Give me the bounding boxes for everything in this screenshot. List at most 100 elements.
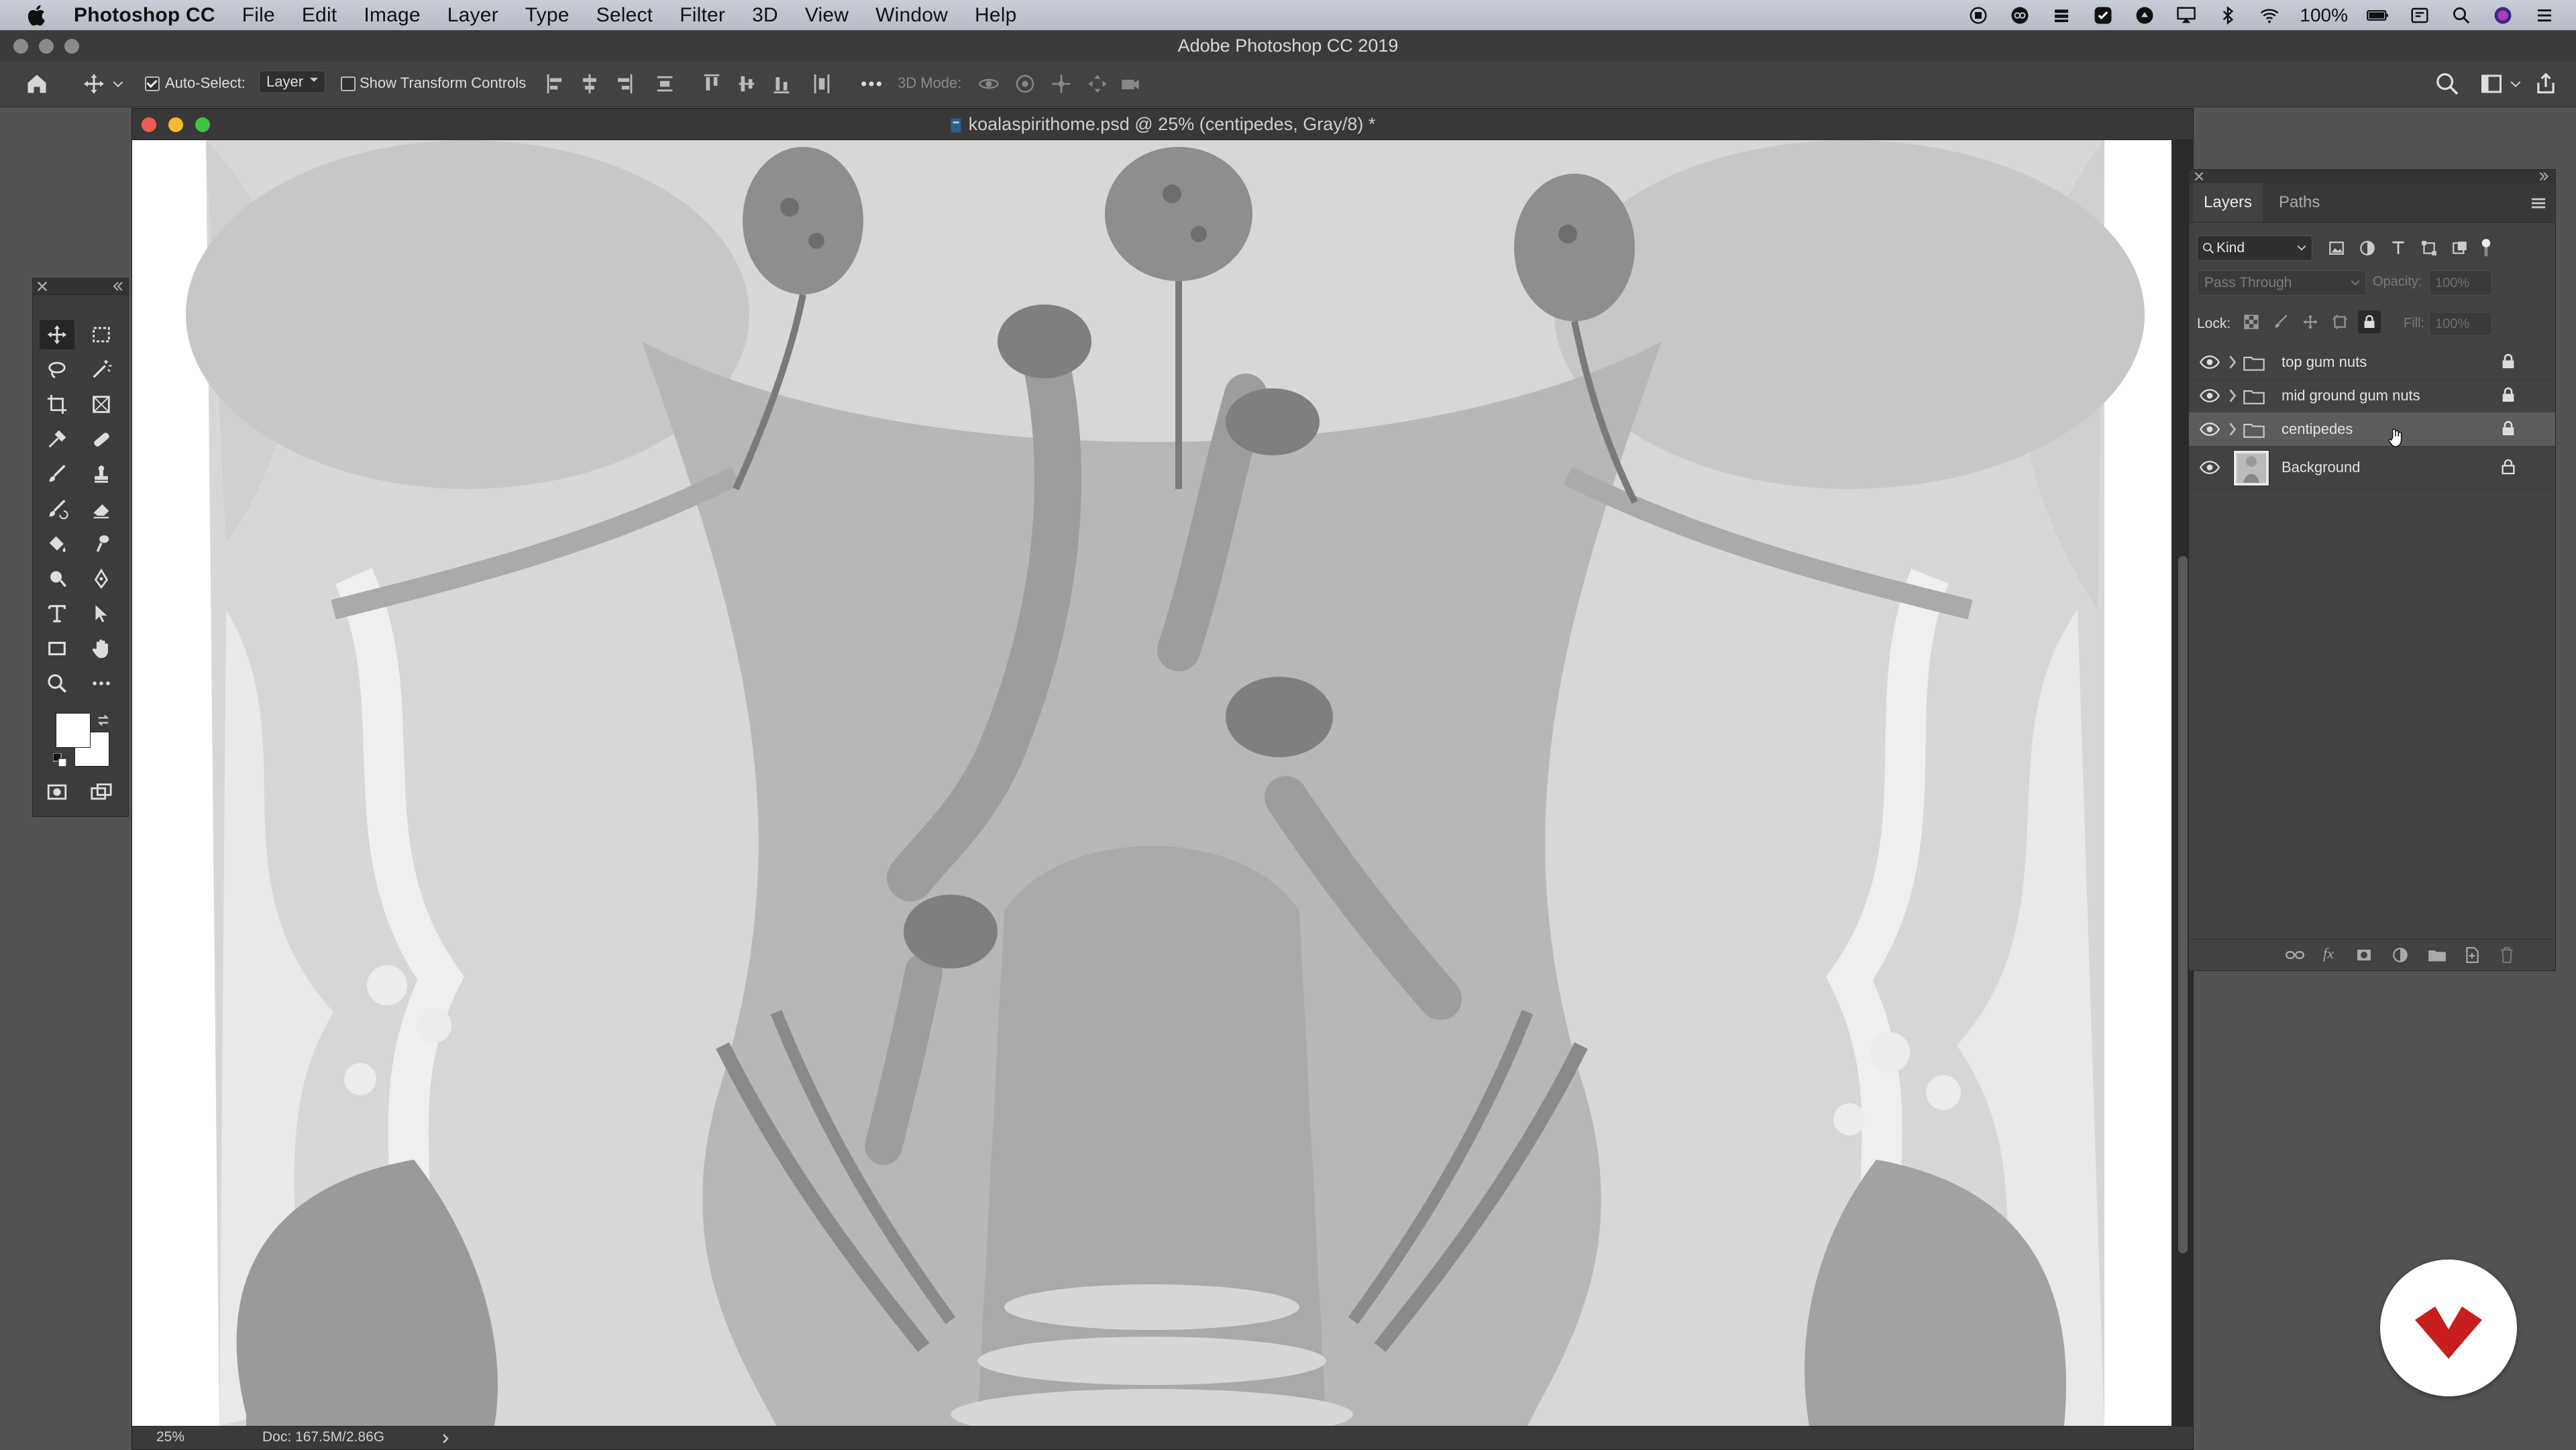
layer-row[interactable]: Background — [2189, 446, 2555, 490]
window-minimize-button[interactable] — [39, 39, 54, 54]
3d-slide-icon[interactable] — [1085, 72, 1110, 96]
align-top-icon[interactable] — [702, 72, 722, 95]
layer-name[interactable]: mid ground gum nuts — [2282, 379, 2420, 412]
home-icon[interactable] — [24, 72, 50, 96]
3d-pan-icon[interactable] — [1049, 72, 1073, 96]
lock-all-button[interactable] — [2358, 311, 2381, 333]
eraser-tool[interactable] — [84, 494, 119, 524]
window-zoom-button[interactable] — [64, 39, 79, 54]
show-transform-checkbox[interactable] — [341, 76, 356, 91]
align-left-icon[interactable] — [545, 72, 565, 95]
search-icon[interactable] — [2434, 70, 2461, 97]
layers-panel-header[interactable] — [2189, 170, 2555, 183]
hand-tool[interactable] — [84, 634, 119, 663]
quick-mask-button[interactable] — [40, 777, 74, 807]
menu-photoshop[interactable]: Photoshop CC — [74, 4, 215, 27]
notification-center-icon[interactable] — [2533, 5, 2556, 25]
smudge-tool[interactable] — [84, 529, 119, 559]
layer-name[interactable]: top gum nuts — [2282, 345, 2367, 379]
align-center-icon[interactable] — [580, 72, 600, 95]
wifi-icon[interactable] — [2258, 5, 2281, 25]
lock-transparent-icon[interactable] — [2243, 313, 2260, 331]
rectangle-tool[interactable] — [40, 634, 74, 663]
new-layer-icon[interactable] — [2464, 946, 2480, 964]
menu-filter[interactable]: Filter — [680, 4, 725, 27]
input-source-icon[interactable] — [2408, 5, 2431, 25]
stack-icon[interactable] — [2050, 5, 2073, 25]
filter-type-icon[interactable] — [2389, 239, 2408, 257]
tool-preset-chevron-icon[interactable] — [113, 80, 123, 89]
layer-row[interactable]: top gum nuts — [2189, 345, 2555, 380]
auto-select-checkbox[interactable] — [145, 76, 160, 91]
type-tool[interactable] — [40, 599, 74, 628]
zoom-level[interactable]: 25% — [156, 1429, 184, 1445]
brush-tool[interactable] — [40, 459, 74, 489]
filter-pixel-icon[interactable] — [2327, 239, 2346, 257]
pen-tool[interactable] — [84, 564, 119, 594]
panel-menu-icon[interactable] — [2530, 197, 2547, 210]
doc-minimize-button[interactable] — [168, 117, 183, 132]
fx-icon[interactable]: fx — [2323, 945, 2334, 962]
filter-smart-object-icon[interactable] — [2451, 239, 2469, 257]
lock-position-icon[interactable] — [2302, 313, 2319, 331]
layer-name[interactable]: Background — [2282, 446, 2360, 489]
fill-field[interactable]: 100% — [2429, 312, 2492, 336]
3d-camera-icon[interactable] — [1118, 73, 1143, 96]
visibility-eye-icon[interactable] — [2200, 459, 2220, 476]
menu-edit[interactable]: Edit — [302, 4, 337, 27]
crop-tool[interactable] — [40, 390, 74, 419]
marquee-tool[interactable] — [84, 320, 119, 349]
doc-zoom-button[interactable] — [195, 117, 210, 132]
visibility-eye-icon[interactable] — [2200, 354, 2220, 370]
document-title-bar[interactable]: koalaspirithome.psd @ 25% (centipedes, G… — [132, 109, 2193, 140]
visibility-eye-icon[interactable] — [2200, 388, 2220, 404]
menu-select[interactable]: Select — [596, 4, 653, 27]
record-icon[interactable] — [1967, 5, 1990, 25]
filter-shape-icon[interactable] — [2420, 239, 2438, 257]
apple-icon[interactable] — [24, 3, 51, 27]
menu-help[interactable]: Help — [975, 4, 1017, 27]
menu-view[interactable]: View — [805, 4, 849, 27]
swap-colors-icon[interactable] — [96, 713, 111, 728]
more-options-icon[interactable] — [860, 78, 883, 89]
share-icon[interactable] — [2533, 70, 2559, 97]
screen-mode-button[interactable] — [84, 777, 119, 807]
history-brush-tool[interactable] — [40, 494, 74, 524]
paint-bucket-tool[interactable] — [40, 529, 74, 559]
menu-file[interactable]: File — [242, 4, 275, 27]
opacity-field[interactable]: 100% — [2429, 270, 2492, 296]
healing-brush-tool[interactable] — [84, 425, 119, 454]
filter-toggle-icon[interactable] — [2476, 238, 2496, 258]
lock-artboard-icon[interactable] — [2331, 313, 2349, 331]
distribute-vertical-icon[interactable] — [655, 72, 675, 95]
eyedropper-tool[interactable] — [40, 425, 74, 454]
new-group-icon[interactable] — [2428, 948, 2447, 962]
layer-row-selected[interactable]: centipedes — [2189, 412, 2555, 447]
tools-panel-header[interactable] — [33, 278, 128, 295]
status-menu-chevron-icon[interactable] — [441, 1433, 450, 1445]
chevron-right-icon[interactable] — [2228, 388, 2237, 403]
canvas[interactable] — [132, 140, 2171, 1426]
path-selection-tool[interactable] — [84, 599, 119, 628]
default-colors-icon[interactable] — [53, 753, 66, 767]
layer-name[interactable]: centipedes — [2282, 412, 2353, 446]
checkmark-app-icon[interactable] — [2092, 5, 2114, 25]
add-mask-icon[interactable] — [2355, 947, 2373, 963]
close-icon[interactable] — [37, 281, 48, 292]
collapse-chevrons-icon[interactable] — [112, 281, 124, 292]
battery-icon[interactable] — [2367, 5, 2390, 25]
layer-filter-dropdown[interactable]: Kind — [2197, 235, 2312, 261]
blend-mode-dropdown[interactable]: Pass Through — [2197, 270, 2366, 296]
3d-roll-icon[interactable] — [1013, 72, 1037, 96]
link-layers-icon[interactable] — [2286, 948, 2304, 962]
lock-image-icon[interactable] — [2272, 313, 2290, 331]
creative-cloud-icon[interactable] — [2008, 5, 2031, 25]
menu-image[interactable]: Image — [364, 4, 420, 27]
3d-orbit-icon[interactable] — [977, 72, 1001, 96]
magic-wand-tool[interactable] — [84, 355, 119, 384]
layer-row[interactable]: mid ground gum nuts — [2189, 379, 2555, 413]
spotlight-search-icon[interactable] — [2450, 5, 2473, 25]
workspace-icon[interactable] — [2478, 72, 2505, 96]
auto-select-dropdown[interactable]: Layer — [259, 70, 326, 93]
hand-app-icon[interactable] — [2133, 5, 2156, 25]
